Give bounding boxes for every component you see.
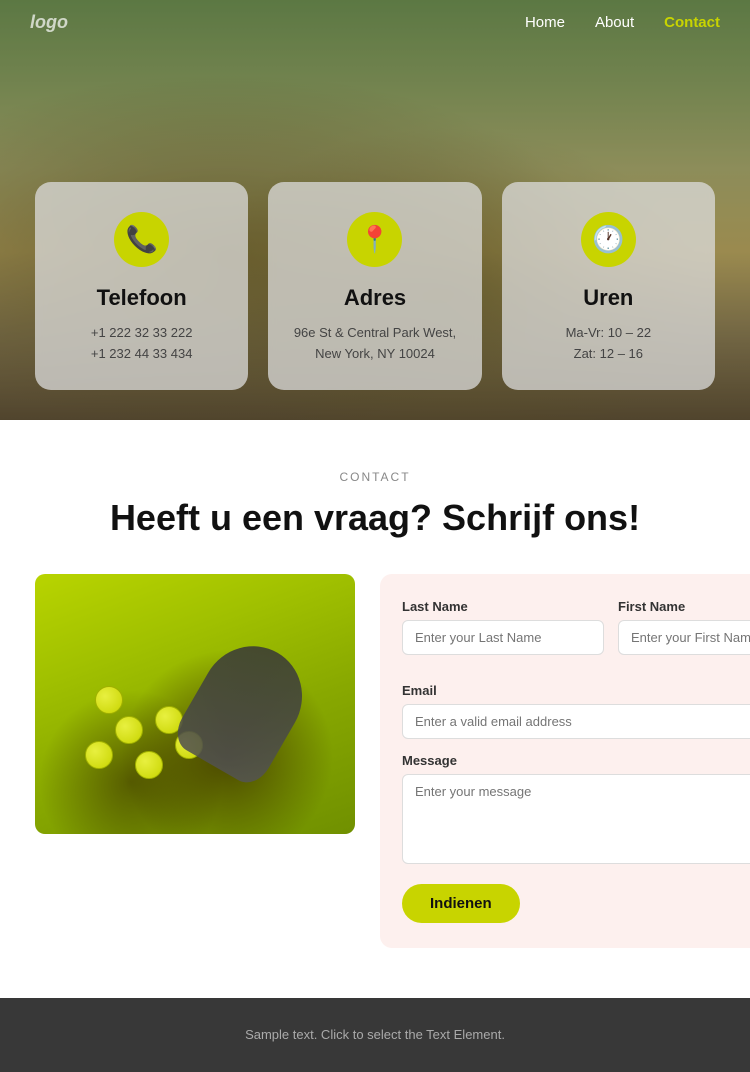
email-label: Email <box>402 683 750 698</box>
first-name-input[interactable] <box>618 620 750 655</box>
nav-item-home[interactable]: Home <box>525 14 565 32</box>
tennis-ball-2 <box>85 741 113 769</box>
info-cards: 📞 Telefoon +1 222 32 33 222 +1 232 44 33… <box>0 182 750 390</box>
navigation: logo Home About Contact <box>0 0 750 45</box>
paddle-racket <box>169 628 321 791</box>
email-group: Email <box>402 683 750 739</box>
nav-item-about[interactable]: About <box>595 14 634 32</box>
card-adres-title: Adres <box>344 285 406 311</box>
last-name-label: Last Name <box>402 599 604 614</box>
tennis-ball-5 <box>95 686 123 714</box>
contact-section: CONTACT Heeft u een vraag? Schrijf ons! … <box>0 420 750 998</box>
logo: logo <box>30 12 68 33</box>
message-textarea[interactable] <box>402 774 750 864</box>
footer: Sample text. Click to select the Text El… <box>0 998 750 1072</box>
card-telefoon-phone2: +1 232 44 33 434 <box>91 344 193 365</box>
clock-icon: 🕐 <box>581 212 636 267</box>
contact-label: CONTACT <box>35 470 715 484</box>
card-telefoon-title: Telefoon <box>97 285 187 311</box>
email-input[interactable] <box>402 704 750 739</box>
contact-body: Last Name First Name Email Message Indie… <box>35 574 715 948</box>
first-name-group: First Name <box>618 599 750 655</box>
card-uren-title: Uren <box>583 285 633 311</box>
card-adres-line1: 96e St & Central Park West, <box>294 323 456 344</box>
card-telefoon: 📞 Telefoon +1 222 32 33 222 +1 232 44 33… <box>35 182 248 390</box>
location-icon: 📍 <box>347 212 402 267</box>
contact-form: Last Name First Name Email Message Indie… <box>380 574 750 948</box>
card-adres: 📍 Adres 96e St & Central Park West, New … <box>268 182 481 390</box>
tennis-ball-1 <box>115 716 143 744</box>
card-uren-saturday: Zat: 12 – 16 <box>574 344 643 365</box>
tennis-ball-3 <box>135 751 163 779</box>
last-name-group: Last Name <box>402 599 604 655</box>
contact-heading: Heeft u een vraag? Schrijf ons! <box>35 496 715 539</box>
nav-links: Home About Contact <box>525 14 720 32</box>
card-uren-weekday: Ma-Vr: 10 – 22 <box>566 323 652 344</box>
name-row: Last Name First Name <box>402 599 750 669</box>
message-group: Message <box>402 753 750 864</box>
message-label: Message <box>402 753 750 768</box>
hero-section: 📞 Telefoon +1 222 32 33 222 +1 232 44 33… <box>0 0 750 420</box>
footer-text: Sample text. Click to select the Text El… <box>245 1027 505 1042</box>
card-adres-line2: New York, NY 10024 <box>315 344 435 365</box>
contact-image <box>35 574 355 834</box>
card-telefoon-phone1: +1 222 32 33 222 <box>91 323 193 344</box>
phone-icon: 📞 <box>114 212 169 267</box>
submit-button[interactable]: Indienen <box>402 884 520 923</box>
first-name-label: First Name <box>618 599 750 614</box>
card-uren: 🕐 Uren Ma-Vr: 10 – 22 Zat: 12 – 16 <box>502 182 715 390</box>
nav-item-contact[interactable]: Contact <box>664 14 720 32</box>
last-name-input[interactable] <box>402 620 604 655</box>
